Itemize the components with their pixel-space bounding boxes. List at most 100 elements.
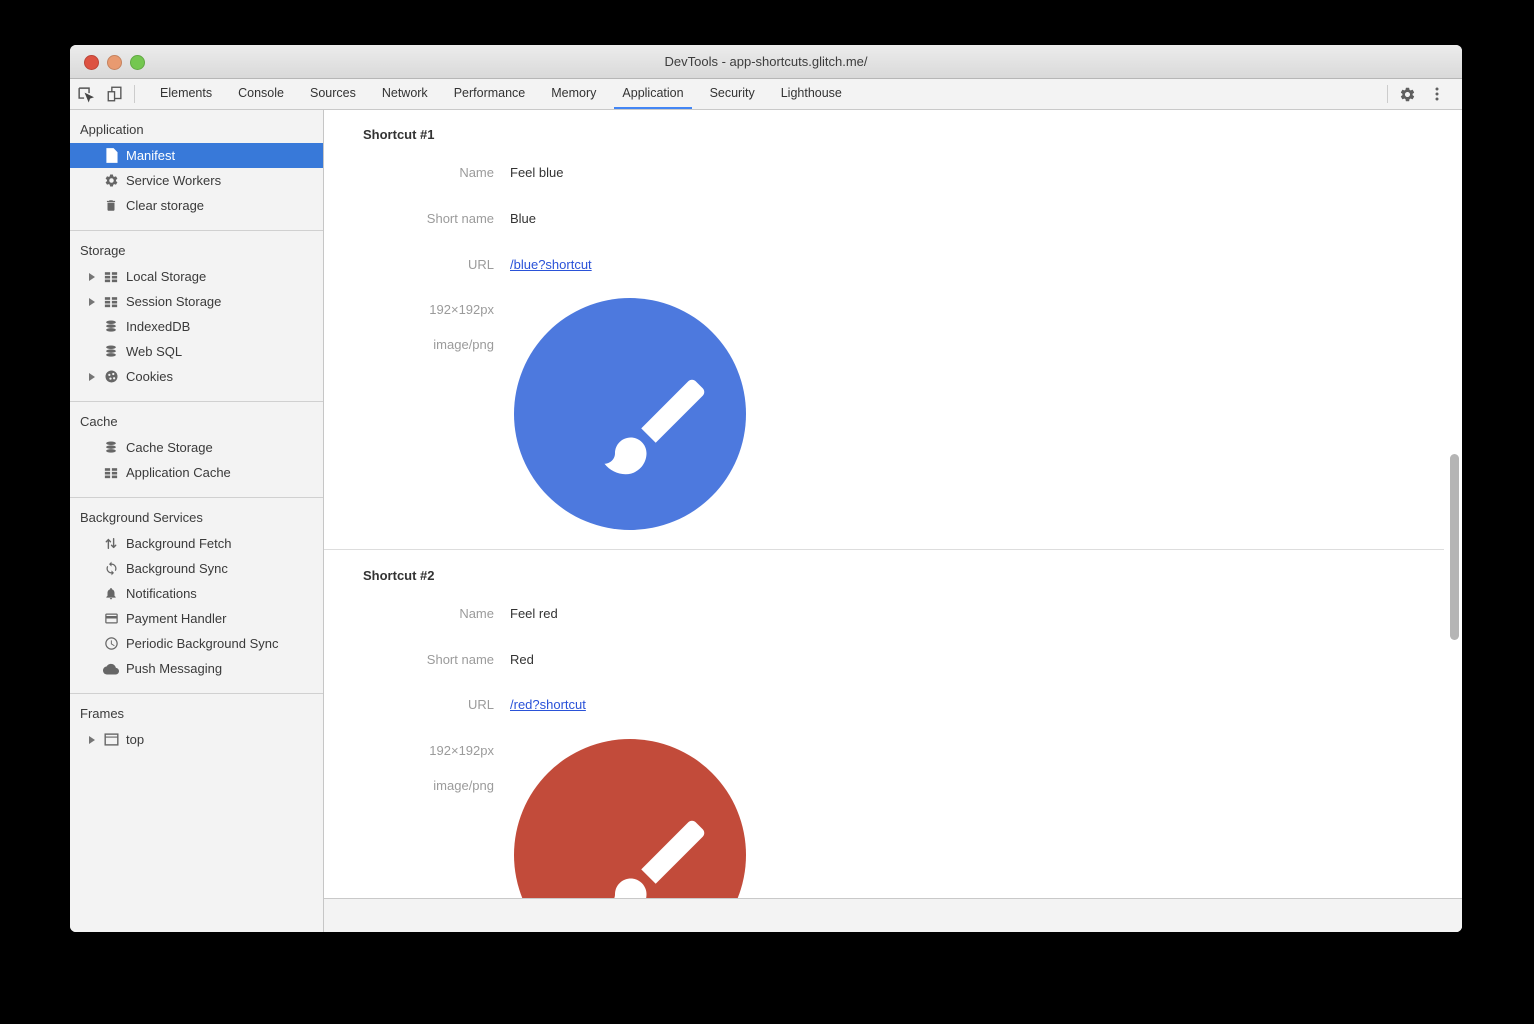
sidebar-section-storage: Storage Local Storage Session Storage [70, 231, 323, 402]
shortcut1-title: Shortcut #1 [363, 127, 435, 142]
section-header: Storage [70, 231, 323, 264]
sidebar-item-periodic-background-sync[interactable]: Periodic Background Sync [70, 631, 323, 656]
table-icon [103, 269, 119, 285]
sidebar-item-service-workers[interactable]: Service Workers [70, 168, 323, 193]
sidebar-section-background-services: Background Services Background Fetch Bac… [70, 498, 323, 694]
sidebar-item-label: Notifications [126, 586, 197, 601]
sidebar-item-background-sync[interactable]: Background Sync [70, 556, 323, 581]
shortcut2-mime: image/png [324, 778, 494, 793]
shortcut2-url-value: /red?shortcut [510, 697, 586, 712]
toolbar-divider [134, 85, 135, 103]
more-options-icon[interactable] [1422, 79, 1452, 109]
sidebar-item-label: Background Fetch [126, 536, 232, 551]
sidebar-section-frames: Frames top [70, 694, 323, 764]
tab-security[interactable]: Security [697, 79, 768, 109]
tab-lighthouse[interactable]: Lighthouse [768, 79, 855, 109]
name-label: Name [324, 165, 494, 180]
tab-performance[interactable]: Performance [441, 79, 539, 109]
sidebar-item-push-messaging[interactable]: Push Messaging [70, 656, 323, 681]
sidebar-item-manifest[interactable]: Manifest [70, 143, 323, 168]
device-toolbar-icon[interactable] [100, 79, 130, 109]
shortcut2-short-name-value: Red [510, 652, 534, 667]
toolbar-right [1383, 79, 1462, 109]
manifest-shortcuts-view: Shortcut #1 Name Feel blue Short name Bl… [324, 110, 1462, 898]
expand-triangle-icon[interactable] [89, 264, 103, 289]
sidebar-item-label: top [126, 732, 144, 747]
traffic-lights [84, 55, 145, 70]
manifest-panel: Shortcut #1 Name Feel blue Short name Bl… [324, 110, 1462, 932]
settings-gear-icon[interactable] [1392, 79, 1422, 109]
sidebar-item-web-sql[interactable]: Web SQL [70, 339, 323, 364]
shortcut1-url-link[interactable]: /blue?shortcut [510, 257, 592, 272]
paint-brush-icon [594, 805, 720, 898]
expand-triangle-icon[interactable] [89, 289, 103, 314]
database-icon [103, 319, 119, 335]
trash-icon [103, 198, 119, 214]
sidebar-section-cache: Cache Cache Storage Application Cache [70, 402, 323, 498]
shortcut1-url-value: /blue?shortcut [510, 257, 592, 272]
tab-memory[interactable]: Memory [538, 79, 609, 109]
expand-triangle-icon[interactable] [89, 364, 103, 389]
tab-network[interactable]: Network [369, 79, 441, 109]
sidebar-item-indexeddb[interactable]: IndexedDB [70, 314, 323, 339]
sidebar-item-label: Payment Handler [126, 611, 226, 626]
shortcut2-url-link[interactable]: /red?shortcut [510, 697, 586, 712]
sidebar-item-local-storage[interactable]: Local Storage [70, 264, 323, 289]
sidebar-item-cache-storage[interactable]: Cache Storage [70, 435, 323, 460]
table-icon [103, 294, 119, 310]
inspect-element-icon[interactable] [70, 79, 100, 109]
title-bar: DevTools - app-shortcuts.glitch.me/ [70, 45, 1462, 79]
sidebar-item-payment-handler[interactable]: Payment Handler [70, 606, 323, 631]
sidebar-item-label: Clear storage [126, 198, 204, 213]
tab-elements[interactable]: Elements [147, 79, 225, 109]
section-header: Background Services [70, 498, 323, 531]
tab-console[interactable]: Console [225, 79, 297, 109]
name-label: Name [324, 606, 494, 621]
application-sidebar: Application Manifest Service Workers [70, 110, 324, 932]
clock-icon [103, 636, 119, 652]
window-title: DevTools - app-shortcuts.glitch.me/ [664, 54, 867, 69]
section-header: Frames [70, 694, 323, 727]
sidebar-item-label: Cookies [126, 369, 173, 384]
zoom-button[interactable] [130, 55, 145, 70]
database-icon [103, 440, 119, 456]
shortcut2-icon-preview [514, 739, 746, 898]
gear-icon [103, 173, 119, 189]
sidebar-item-label: IndexedDB [126, 319, 190, 334]
sidebar-item-clear-storage[interactable]: Clear storage [70, 193, 323, 218]
close-button[interactable] [84, 55, 99, 70]
sidebar-item-cookies[interactable]: Cookies [70, 364, 323, 389]
shortcut1-mime: image/png [324, 337, 494, 352]
url-label: URL [324, 697, 494, 712]
tab-application[interactable]: Application [609, 79, 696, 109]
up-down-arrows-icon [103, 536, 119, 552]
tab-sources[interactable]: Sources [297, 79, 369, 109]
vertical-scrollbar[interactable] [1450, 454, 1459, 640]
sidebar-item-label: Service Workers [126, 173, 221, 188]
sync-icon [103, 561, 119, 577]
table-icon [103, 465, 119, 481]
devtools-toolbar: Elements Console Sources Network Perform… [70, 79, 1462, 110]
shortcut1-short-name-value: Blue [510, 211, 536, 226]
section-header: Cache [70, 402, 323, 435]
credit-card-icon [103, 611, 119, 627]
shortcut2-title: Shortcut #2 [363, 568, 435, 583]
sidebar-item-application-cache[interactable]: Application Cache [70, 460, 323, 485]
minimize-button[interactable] [107, 55, 122, 70]
sidebar-item-label: Periodic Background Sync [126, 636, 278, 651]
paint-brush-icon [594, 364, 720, 490]
sidebar-item-label: Background Sync [126, 561, 228, 576]
database-icon [103, 344, 119, 360]
sidebar-item-label: Web SQL [126, 344, 182, 359]
sidebar-item-notifications[interactable]: Notifications [70, 581, 323, 606]
cookie-icon [103, 369, 119, 385]
document-icon [103, 148, 119, 164]
sidebar-item-label: Manifest [126, 148, 175, 163]
shortcut1-dimensions: 192×192px [324, 302, 494, 317]
sidebar-item-session-storage[interactable]: Session Storage [70, 289, 323, 314]
short-name-label: Short name [324, 652, 494, 667]
expand-triangle-icon[interactable] [89, 727, 103, 752]
shortcut1-icon-preview [514, 298, 746, 530]
sidebar-item-top-frame[interactable]: top [70, 727, 323, 752]
sidebar-item-background-fetch[interactable]: Background Fetch [70, 531, 323, 556]
